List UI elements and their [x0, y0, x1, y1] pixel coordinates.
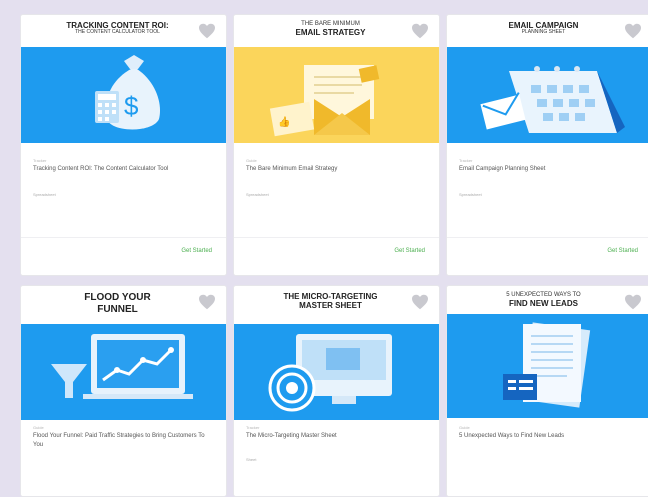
- get-started-link[interactable]: Get Started: [607, 248, 638, 254]
- card-meta: Spreadsheet: [33, 192, 56, 197]
- card-title-line: 5 UNEXPECTED WAYS TO: [506, 292, 581, 298]
- card-divider: [21, 237, 226, 238]
- card-banner: [234, 324, 439, 420]
- card-title-line: THE BARE MINIMUM: [301, 21, 360, 27]
- card-meta: Sheet: [246, 457, 257, 462]
- card-meta: Spreadsheet: [459, 192, 482, 197]
- resource-card[interactable]: FLOOD YOUR FUNNEL Guide Flood Your Funne…: [20, 285, 227, 497]
- card-description[interactable]: 5 Unexpected Ways to Find New Leads: [459, 432, 636, 441]
- card-title: EMAIL CAMPAIGN PLANNING SHEET: [473, 21, 614, 36]
- svg-text:$: $: [124, 91, 139, 121]
- card-description[interactable]: Email Campaign Planning Sheet: [459, 165, 636, 174]
- money-bag-calculator-icon: $: [95, 55, 161, 130]
- card-subtitle: FUNNEL: [97, 303, 138, 315]
- resource-card[interactable]: THE BARE MINIMUM EMAIL STRATEGY 👍 Guide …: [233, 14, 440, 276]
- resource-card[interactable]: TRACKING CONTENT ROI: THE CONTENT CALCUL…: [20, 14, 227, 276]
- card-title-line: THE MICRO-TARGETING: [283, 292, 378, 301]
- heart-icon[interactable]: [198, 23, 216, 39]
- card-divider: [234, 237, 439, 238]
- card-title: FLOOD YOUR FUNNEL: [47, 292, 188, 315]
- svg-text:👍: 👍: [278, 115, 290, 128]
- heart-icon[interactable]: [624, 23, 642, 39]
- card-category: Tracker: [33, 158, 47, 163]
- get-started-link[interactable]: Get Started: [394, 248, 425, 254]
- funnel-laptop-icon: [51, 334, 193, 399]
- card-banner: $: [21, 47, 226, 143]
- envelope-letter-icon: 👍: [269, 65, 380, 137]
- card-category: Guide: [459, 425, 470, 430]
- resource-card[interactable]: EMAIL CAMPAIGN PLANNING SHEET Tracker Em…: [446, 14, 648, 276]
- card-title: THE BARE MINIMUM EMAIL STRATEGY: [260, 21, 401, 37]
- card-description[interactable]: The Micro-Targeting Master Sheet: [246, 432, 423, 441]
- heart-icon[interactable]: [198, 294, 216, 310]
- resource-card[interactable]: THE MICRO-TARGETING MASTER SHEET Tracker…: [233, 285, 440, 497]
- card-category: Guide: [246, 158, 257, 163]
- card-title-line: FLOOD YOUR: [84, 292, 151, 303]
- calendar-envelope-icon: [480, 66, 625, 133]
- heart-icon[interactable]: [624, 294, 642, 310]
- card-title: TRACKING CONTENT ROI: THE CONTENT CALCUL…: [47, 21, 188, 36]
- resource-grid: TRACKING CONTENT ROI: THE CONTENT CALCUL…: [0, 0, 648, 497]
- card-description[interactable]: Flood Your Funnel: Paid Traffic Strategi…: [33, 432, 210, 449]
- card-banner: [447, 314, 648, 418]
- resource-card[interactable]: 5 UNEXPECTED WAYS TO FIND NEW LEADS Guid…: [446, 285, 648, 497]
- card-description[interactable]: The Bare Minimum Email Strategy: [246, 165, 423, 174]
- card-subtitle: EMAIL STRATEGY: [295, 27, 366, 37]
- card-meta: Spreadsheet: [246, 192, 269, 197]
- card-subtitle: FIND NEW LEADS: [509, 298, 578, 308]
- card-category: Guide: [33, 425, 44, 430]
- target-monitor-icon: [268, 334, 392, 412]
- card-description[interactable]: Tracking Content ROI: The Content Calcul…: [33, 165, 210, 174]
- document-list-icon: [503, 322, 591, 408]
- heart-icon[interactable]: [411, 294, 429, 310]
- card-banner: [21, 324, 226, 420]
- card-title: 5 UNEXPECTED WAYS TO FIND NEW LEADS: [473, 292, 614, 308]
- card-category: Tracker: [459, 158, 473, 163]
- card-subtitle: PLANNING SHEET: [521, 29, 566, 36]
- card-subtitle: THE CONTENT CALCULATOR TOOL: [75, 29, 160, 36]
- card-banner: 👍: [234, 47, 439, 143]
- card-divider: [447, 237, 648, 238]
- card-banner: [447, 47, 648, 143]
- get-started-link[interactable]: Get Started: [181, 248, 212, 254]
- card-title: THE MICRO-TARGETING MASTER SHEET: [260, 292, 401, 310]
- card-subtitle: MASTER SHEET: [299, 301, 362, 311]
- card-category: Tracker: [246, 425, 260, 430]
- heart-icon[interactable]: [411, 23, 429, 39]
